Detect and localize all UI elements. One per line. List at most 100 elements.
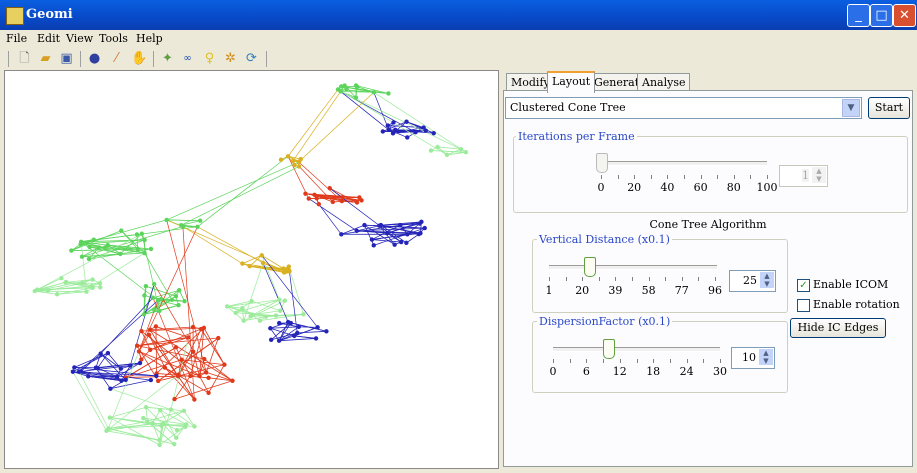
graph-node[interactable]: [197, 218, 203, 223]
graph-node[interactable]: [353, 95, 359, 100]
dispersion-slider[interactable]: [553, 347, 720, 352]
graph-node[interactable]: [357, 195, 362, 200]
graph-node[interactable]: [435, 144, 440, 150]
graph-node[interactable]: [197, 373, 202, 379]
graph-node[interactable]: [288, 320, 294, 326]
graph-node[interactable]: [139, 231, 145, 236]
graph-node[interactable]: [123, 377, 128, 383]
graph-node[interactable]: [169, 297, 175, 302]
dispersion-spinbox[interactable]: 10 ▲ ▼: [731, 347, 775, 369]
graph-node[interactable]: [143, 283, 149, 289]
graph-node[interactable]: [362, 222, 367, 228]
graph-node[interactable]: [268, 326, 273, 331]
graph-node[interactable]: [143, 405, 149, 410]
graph-node[interactable]: [292, 162, 297, 168]
graph-node[interactable]: [32, 288, 38, 294]
graph-node[interactable]: [278, 157, 284, 162]
graph-node[interactable]: [80, 280, 85, 286]
graph-node[interactable]: [150, 295, 156, 301]
wand-icon[interactable]: ⁄: [109, 51, 124, 66]
graph-node[interactable]: [148, 246, 154, 252]
graph-node[interactable]: [206, 390, 211, 396]
vertical-distance-slider[interactable]: [549, 265, 717, 270]
graph-node[interactable]: [296, 164, 302, 169]
graph-node[interactable]: [90, 285, 95, 290]
spin-arrows-icon[interactable]: ▲ ▼: [759, 349, 773, 365]
graph-node[interactable]: [135, 246, 140, 252]
tab-analyse[interactable]: Analyse: [637, 73, 691, 91]
graph-node[interactable]: [108, 386, 113, 391]
menu-edit[interactable]: Edit: [37, 32, 60, 45]
graph-node[interactable]: [417, 221, 422, 226]
graph-node[interactable]: [188, 373, 193, 379]
graph-node[interactable]: [134, 343, 140, 348]
menu-tools[interactable]: Tools: [99, 32, 128, 45]
graph-node[interactable]: [385, 123, 391, 128]
graph-node[interactable]: [247, 264, 252, 269]
graph-node[interactable]: [230, 378, 235, 383]
graph-node[interactable]: [158, 297, 164, 302]
graph-node[interactable]: [386, 127, 391, 133]
graph-node[interactable]: [282, 298, 288, 303]
graph-node[interactable]: [69, 248, 74, 253]
graph-node[interactable]: [316, 202, 322, 207]
graph-node[interactable]: [54, 292, 60, 297]
graph-node[interactable]: [398, 239, 404, 245]
start-button[interactable]: Start: [868, 97, 910, 119]
graph-node[interactable]: [303, 191, 308, 196]
graph-node[interactable]: [404, 240, 409, 246]
graph-node[interactable]: [338, 89, 343, 94]
graph-node[interactable]: [78, 241, 83, 247]
graph-node[interactable]: [147, 327, 153, 332]
graph-node[interactable]: [339, 232, 344, 237]
open-folder-icon[interactable]: ▰: [38, 51, 53, 66]
gear-icon[interactable]: ✲: [223, 51, 238, 66]
graph-node[interactable]: [277, 320, 282, 326]
graph-node[interactable]: [137, 360, 143, 366]
graph-node[interactable]: [413, 130, 418, 135]
graph-node[interactable]: [418, 230, 423, 236]
graph-node[interactable]: [128, 363, 133, 368]
pattern-icon[interactable]: ∞: [180, 51, 195, 66]
graph-node[interactable]: [240, 261, 245, 266]
graph-node[interactable]: [273, 313, 279, 318]
graph-node[interactable]: [248, 314, 253, 319]
graph-node[interactable]: [324, 329, 329, 334]
graph-node[interactable]: [162, 365, 168, 370]
graph-node[interactable]: [118, 251, 123, 257]
graph-node[interactable]: [192, 397, 197, 402]
graph-node[interactable]: [263, 314, 269, 319]
graph-node[interactable]: [198, 326, 204, 332]
graph-node[interactable]: [354, 228, 359, 234]
chevron-down-icon[interactable]: ▼: [842, 99, 860, 117]
graph-node[interactable]: [184, 422, 189, 427]
graph-node[interactable]: [134, 232, 140, 237]
graph-node[interactable]: [296, 324, 301, 330]
graph-node[interactable]: [86, 374, 91, 379]
close-button[interactable]: ✕: [893, 4, 916, 27]
graph-node[interactable]: [428, 148, 434, 153]
graph-node[interactable]: [306, 196, 311, 201]
graph-node[interactable]: [72, 365, 77, 370]
graph-node[interactable]: [153, 324, 159, 329]
graph-node[interactable]: [216, 335, 221, 341]
graph-node[interactable]: [151, 281, 157, 287]
graph-node[interactable]: [86, 256, 92, 262]
graph-node[interactable]: [176, 302, 181, 308]
graph-node[interactable]: [206, 375, 211, 381]
graph-node[interactable]: [277, 297, 282, 302]
graph-node[interactable]: [371, 243, 376, 248]
graph-node[interactable]: [175, 374, 181, 379]
save-icon[interactable]: ▣: [59, 51, 74, 66]
graph-node[interactable]: [95, 365, 100, 371]
algorithm-select[interactable]: Clustered Cone Tree ▼: [505, 97, 862, 119]
graph-node[interactable]: [384, 230, 390, 236]
pointer-icon[interactable]: ✦: [160, 51, 175, 66]
graph-node[interactable]: [98, 351, 103, 356]
graph-node[interactable]: [339, 198, 345, 204]
graph-node[interactable]: [142, 293, 147, 298]
hide-ic-edges-button[interactable]: Hide IC Edges: [790, 318, 886, 338]
graph-node[interactable]: [392, 242, 397, 247]
graph-node[interactable]: [204, 370, 209, 375]
menu-help[interactable]: Help: [136, 32, 163, 45]
